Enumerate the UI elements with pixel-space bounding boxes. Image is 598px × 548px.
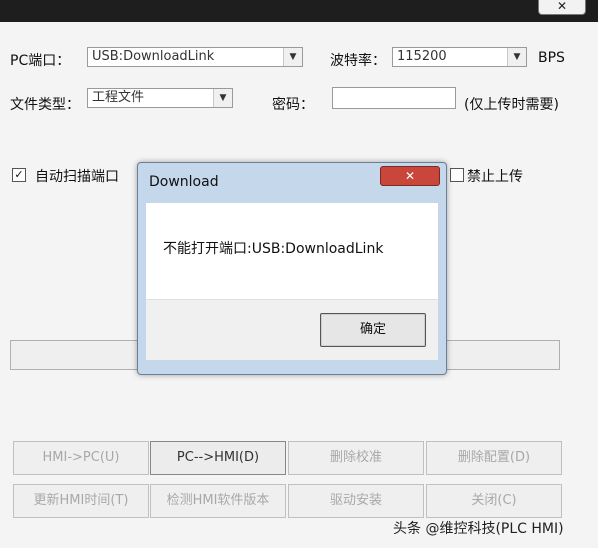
dialog-body: 不能打开端口:USB:DownloadLink 确定 (146, 203, 438, 360)
watermark: 头条 @维控科技(PLC HMI) (393, 521, 564, 537)
pc-port-value: USB:DownloadLink (92, 49, 215, 64)
dialog-close-button[interactable]: ✕ (380, 166, 440, 186)
close-icon: ✕ (404, 169, 416, 183)
forbid-upload-checkbox[interactable] (450, 168, 464, 182)
chevron-down-icon[interactable]: ▼ (507, 48, 526, 66)
auto-scan-checkbox[interactable]: ✓ (12, 168, 26, 182)
close-button[interactable]: 关闭(C) (426, 484, 562, 518)
baud-rate-label: 波特率： (330, 53, 386, 69)
password-note: (仅上传时需要) (464, 97, 559, 113)
dialog-message: 不能打开端口:USB:DownloadLink (163, 241, 384, 257)
window-title-bar: ✕ (0, 0, 598, 22)
delete-config-button[interactable]: 删除配置(D) (426, 441, 562, 475)
close-icon: ✕ (556, 0, 568, 13)
password-label: 密码： (272, 97, 314, 113)
check-hmi-version-button[interactable]: 检测HMI软件版本 (150, 484, 286, 518)
delete-calibration-button[interactable]: 删除校准 (288, 441, 424, 475)
auto-scan-label: 自动扫描端口 (35, 169, 119, 185)
baud-unit-label: BPS (538, 50, 565, 66)
pc-port-select[interactable]: USB:DownloadLink ▼ (87, 47, 303, 67)
window-close-button[interactable]: ✕ (538, 0, 586, 15)
update-hmi-time-button[interactable]: 更新HMI时间(T) (13, 484, 149, 518)
password-input[interactable] (332, 87, 456, 109)
baud-rate-value: 115200 (397, 49, 447, 64)
forbid-upload-label: 禁止上传 (467, 169, 523, 185)
pc-port-label: PC端口： (10, 53, 71, 69)
baud-rate-select[interactable]: 115200 ▼ (392, 47, 527, 67)
chevron-down-icon[interactable]: ▼ (213, 89, 232, 107)
pc-to-hmi-button[interactable]: PC-->HMI(D) (150, 441, 286, 475)
file-type-value: 工程文件 (92, 90, 145, 105)
file-type-select[interactable]: 工程文件 ▼ (87, 88, 233, 108)
dialog-title: Download (149, 174, 219, 190)
checkmark-icon: ✓ (14, 168, 24, 181)
chevron-down-icon[interactable]: ▼ (283, 48, 302, 66)
driver-install-button[interactable]: 驱动安装 (288, 484, 424, 518)
download-error-dialog: Download ✕ 不能打开端口:USB:DownloadLink 确定 (137, 162, 447, 375)
hmi-to-pc-button[interactable]: HMI->PC(U) (13, 441, 149, 475)
dialog-footer: 确定 (146, 299, 438, 360)
ok-button[interactable]: 确定 (320, 313, 426, 347)
file-type-label: 文件类型： (10, 97, 80, 113)
